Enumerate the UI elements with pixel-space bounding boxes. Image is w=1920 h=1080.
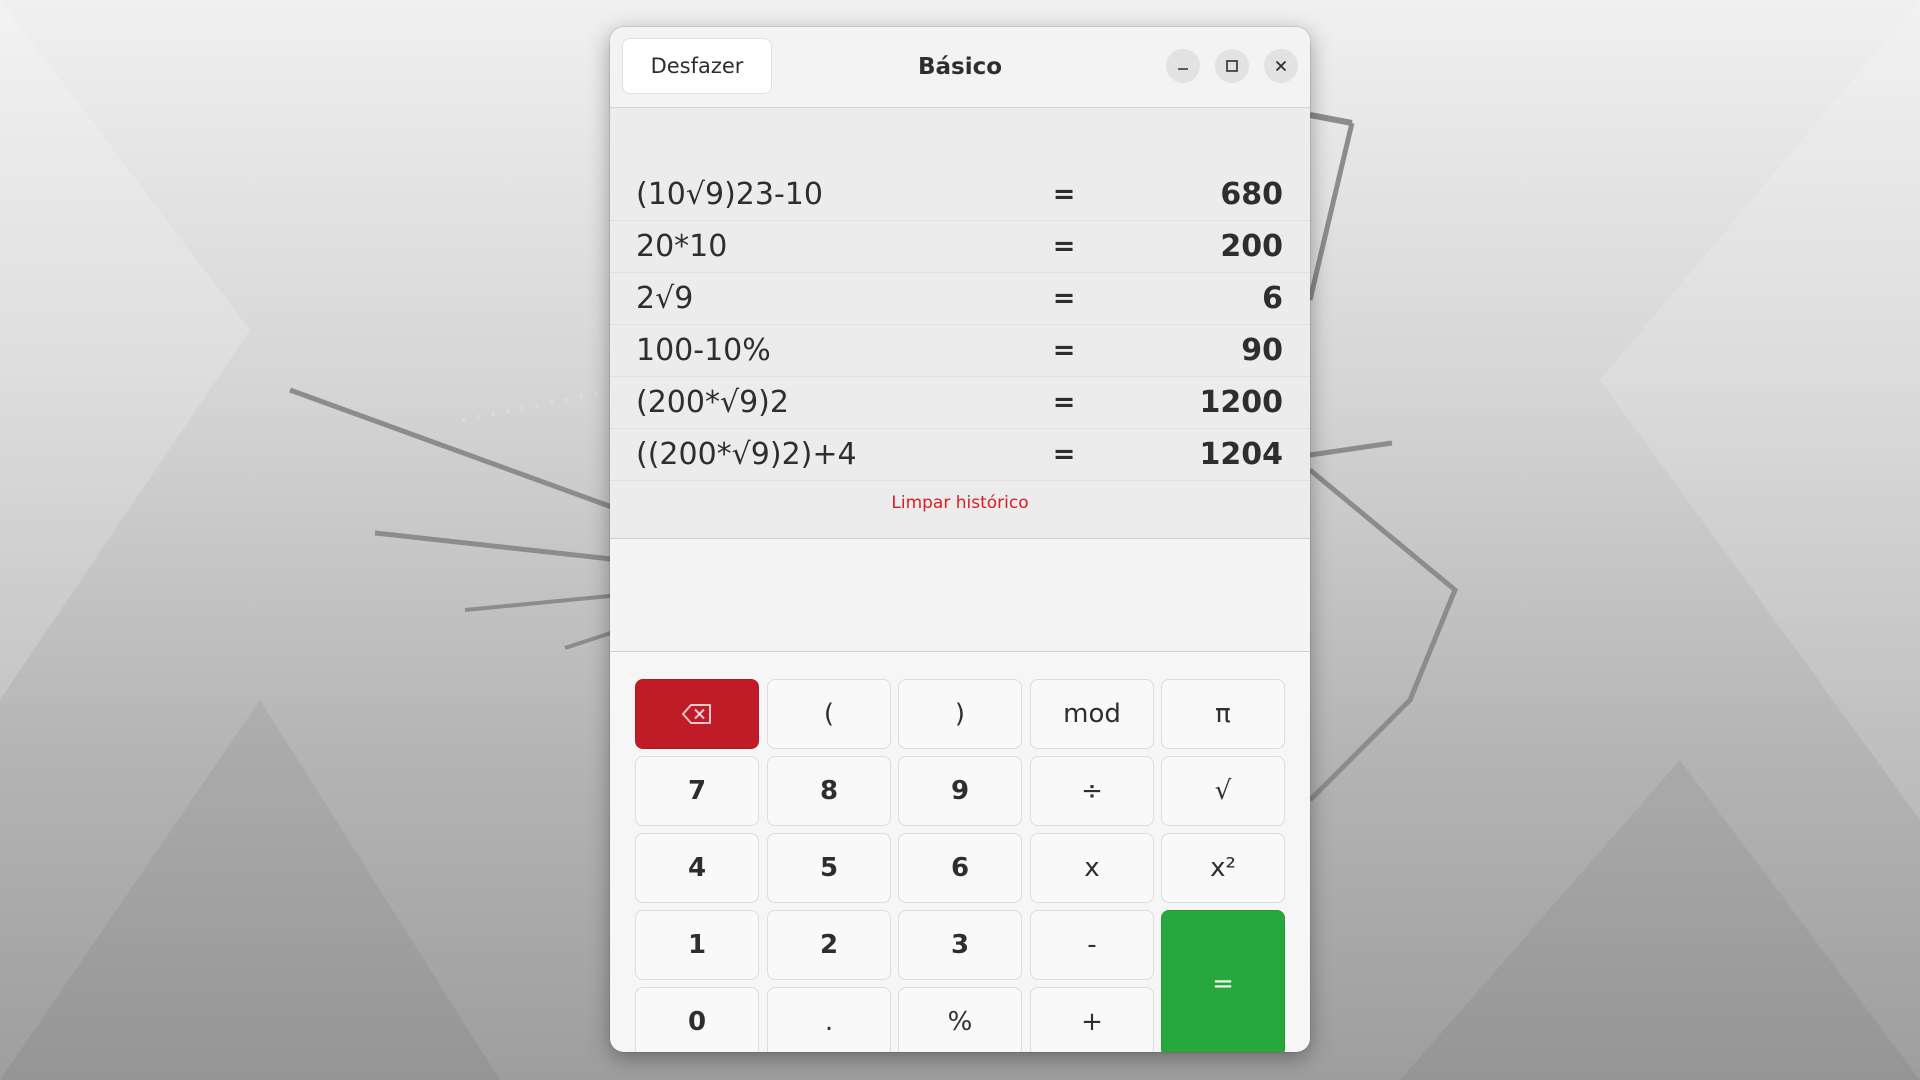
digit-8-button[interactable]: 8 bbox=[767, 756, 891, 826]
digit-7-button[interactable]: 7 bbox=[635, 756, 759, 826]
maximize-button[interactable] bbox=[1215, 49, 1249, 83]
decimal-point-button[interactable]: . bbox=[767, 987, 891, 1052]
close-icon bbox=[1275, 60, 1287, 72]
open-paren-button[interactable]: ( bbox=[767, 679, 891, 749]
history-row[interactable]: (200*√9)2 = 1200 bbox=[610, 377, 1310, 429]
digit-9-button[interactable]: 9 bbox=[898, 756, 1022, 826]
clear-history-button[interactable]: Limpar histórico bbox=[810, 488, 1110, 518]
history-row[interactable]: ((200*√9)2)+4 = 1204 bbox=[610, 429, 1310, 481]
close-paren-button[interactable]: ) bbox=[898, 679, 1022, 749]
digit-4-button[interactable]: 4 bbox=[635, 833, 759, 903]
multiply-button[interactable]: x bbox=[1030, 833, 1154, 903]
history-expression: (10√9)23-10 bbox=[636, 177, 823, 212]
history-result: 90 bbox=[1241, 333, 1283, 368]
mod-button[interactable]: mod bbox=[1030, 679, 1154, 749]
history-row[interactable]: 20*10 = 200 bbox=[610, 221, 1310, 273]
equals-button[interactable]: = bbox=[1161, 910, 1285, 1052]
close-button[interactable] bbox=[1264, 49, 1298, 83]
history-equals-sign: = bbox=[1052, 387, 1076, 418]
add-button[interactable]: + bbox=[1030, 987, 1154, 1052]
minimize-icon bbox=[1178, 68, 1188, 70]
history-expression: (200*√9)2 bbox=[636, 385, 789, 420]
divide-button[interactable]: ÷ bbox=[1030, 756, 1154, 826]
window-title: Básico bbox=[917, 54, 1003, 80]
history-list: (10√9)23-10 = 680 20*10 = 200 2√9 = 6 10… bbox=[610, 108, 1310, 539]
history-expression: 2√9 bbox=[636, 281, 694, 316]
history-result: 1200 bbox=[1199, 385, 1284, 420]
digit-5-button[interactable]: 5 bbox=[767, 833, 891, 903]
digit-1-button[interactable]: 1 bbox=[635, 910, 759, 980]
backspace-button[interactable] bbox=[635, 679, 759, 749]
history-result: 1204 bbox=[1199, 437, 1284, 472]
digit-6-button[interactable]: 6 bbox=[898, 833, 1022, 903]
percent-button[interactable]: % bbox=[898, 987, 1022, 1052]
digit-3-button[interactable]: 3 bbox=[898, 910, 1022, 980]
minimize-button[interactable] bbox=[1166, 49, 1200, 83]
history-row[interactable]: 2√9 = 6 bbox=[610, 273, 1310, 325]
history-equals-sign: = bbox=[1052, 439, 1076, 470]
history-expression: 20*10 bbox=[636, 229, 728, 264]
calculator-window: Desfazer Básico (10√9)23-10 = 680 20*10 bbox=[610, 27, 1310, 1052]
history-equals-sign: = bbox=[1052, 335, 1076, 366]
history-equals-sign: = bbox=[1052, 231, 1076, 262]
backspace-icon bbox=[682, 704, 711, 724]
history-result: 200 bbox=[1220, 229, 1283, 264]
square-button[interactable]: x² bbox=[1161, 833, 1285, 903]
pi-button[interactable]: π bbox=[1161, 679, 1285, 749]
history-equals-sign: = bbox=[1052, 179, 1076, 210]
undo-button[interactable]: Desfazer bbox=[622, 38, 772, 94]
maximize-icon bbox=[1226, 60, 1238, 72]
history-row[interactable]: (10√9)23-10 = 680 bbox=[610, 169, 1310, 221]
history-row[interactable]: 100-10% = 90 bbox=[610, 325, 1310, 377]
square-root-button[interactable]: √ bbox=[1161, 756, 1285, 826]
history-result: 680 bbox=[1220, 177, 1283, 212]
keypad: ( ) mod π 7 8 9 ÷ √ 4 5 6 x x² 1 2 3 - =… bbox=[610, 652, 1310, 1052]
digit-2-button[interactable]: 2 bbox=[767, 910, 891, 980]
history-result: 6 bbox=[1262, 281, 1283, 316]
history-expression: ((200*√9)2)+4 bbox=[636, 437, 857, 472]
subtract-button[interactable]: - bbox=[1030, 910, 1154, 980]
expression-display[interactable] bbox=[610, 539, 1310, 652]
history-expression: 100-10% bbox=[636, 333, 771, 368]
history-equals-sign: = bbox=[1052, 283, 1076, 314]
header-bar: Desfazer Básico bbox=[610, 27, 1310, 108]
digit-0-button[interactable]: 0 bbox=[635, 987, 759, 1052]
